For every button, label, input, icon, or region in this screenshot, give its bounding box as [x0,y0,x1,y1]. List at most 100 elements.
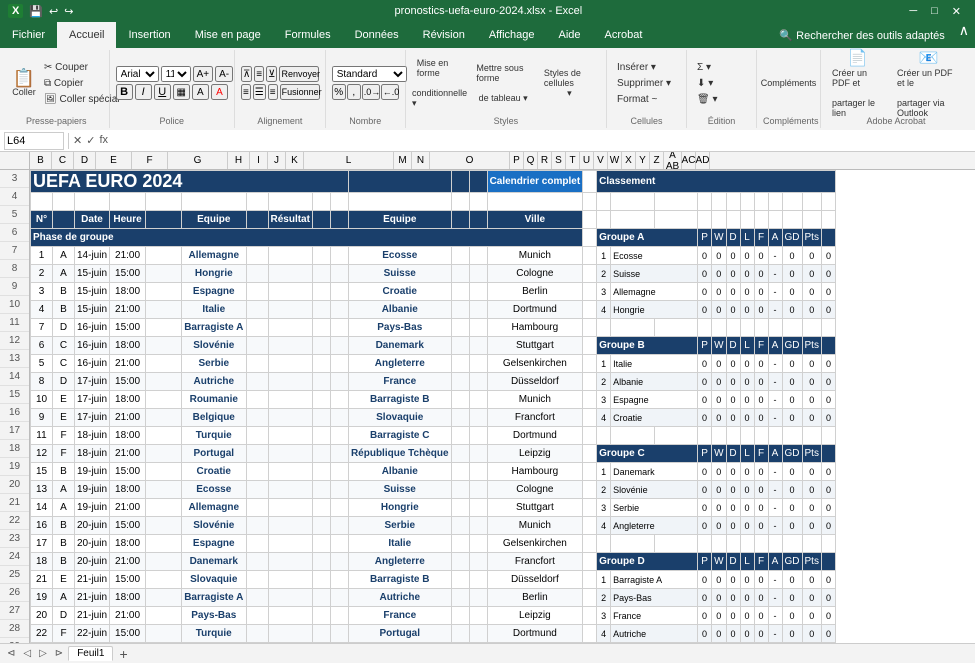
cell[interactable] [268,391,312,409]
cell[interactable]: P [698,229,712,247]
cell[interactable]: Croatie [182,463,246,481]
tab-mise-en-page[interactable]: Mise en page [183,22,273,48]
cell[interactable]: 18:00 [110,589,146,607]
cell[interactable] [451,301,469,319]
cell[interactable] [312,391,330,409]
cell[interactable] [712,319,726,337]
cell[interactable] [782,211,802,229]
cell[interactable]: 0 [782,481,802,499]
cell[interactable] [597,643,611,644]
cell[interactable]: - [768,409,782,427]
cell[interactable]: 0 [754,571,768,589]
cell[interactable] [268,589,312,607]
cell[interactable] [583,481,597,499]
font-size-select[interactable]: 11 [161,66,191,82]
cell[interactable]: Düsseldorf [487,571,583,589]
cell[interactable] [146,481,182,499]
cell[interactable] [754,427,768,445]
cell[interactable] [268,517,312,535]
cell[interactable]: D [726,553,740,571]
cell[interactable] [451,589,469,607]
cell[interactable] [31,193,53,211]
cell[interactable]: Barragiste A [182,319,246,337]
tab-nav-prev[interactable]: ◁ [20,648,34,659]
cell[interactable]: 21:00 [110,607,146,625]
cell[interactable]: Gelsenkirchen [487,535,583,553]
ribbon-minimize-icon[interactable]: ∧ [953,22,975,48]
col-header-f[interactable]: F [132,152,168,169]
cell[interactable] [246,643,268,644]
table-row[interactable]: 16B20-juin15:00SlovénieSerbieMunich4Angl… [31,517,864,535]
cell[interactable] [246,193,268,211]
cell[interactable] [268,319,312,337]
cell[interactable] [583,427,597,445]
cell[interactable]: Danemark [182,553,246,571]
cell[interactable]: 15:00 [110,517,146,535]
cell[interactable]: 0 [726,409,740,427]
cell[interactable] [654,193,698,211]
cell[interactable] [312,193,330,211]
cell[interactable] [802,535,821,553]
cell[interactable] [246,319,268,337]
font-color-button[interactable]: A [211,84,228,100]
cell[interactable]: 17-juin [75,391,110,409]
cell[interactable]: 20 [31,607,53,625]
cell[interactable] [312,445,330,463]
cell[interactable] [312,553,330,571]
cell[interactable]: Roumanie [182,391,246,409]
cell[interactable]: Espagne [611,391,698,409]
cell[interactable] [726,427,740,445]
cell[interactable]: 15:00 [110,265,146,283]
cell[interactable] [611,211,654,229]
font-name-select[interactable]: Arial [116,66,159,82]
insert-function-icon[interactable]: fx [99,134,108,147]
cell[interactable] [712,427,726,445]
cell[interactable]: Pts [802,445,821,463]
cell[interactable]: 0 [754,301,768,319]
col-header-b[interactable]: B [30,152,52,169]
cell[interactable]: 18:00 [110,337,146,355]
cell[interactable]: - [768,517,782,535]
cell[interactable]: E [53,409,75,427]
cell[interactable]: Slovaquie [348,409,451,427]
cell[interactable] [768,319,782,337]
cell[interactable]: B [53,301,75,319]
cell[interactable]: 15:00 [110,625,146,643]
cell[interactable] [802,211,821,229]
cell[interactable]: 0 [782,373,802,391]
cell[interactable] [146,427,182,445]
cell[interactable]: 0 [821,301,835,319]
cell[interactable] [597,535,611,553]
cell[interactable] [754,193,768,211]
cell[interactable]: 0 [754,481,768,499]
cell[interactable]: 0 [821,625,835,643]
cell[interactable]: Pts [802,229,821,247]
cell[interactable]: Groupe C [597,445,698,463]
cell[interactable]: 17-juin [75,409,110,427]
cell[interactable] [451,607,469,625]
cell[interactable] [330,625,348,643]
cell[interactable] [802,643,821,644]
cell[interactable]: 16-juin [75,337,110,355]
cell[interactable]: D [726,445,740,463]
table-row[interactable]: 24F22-juin18:00Barragiste CRépublique Tc… [31,643,864,644]
tab-accueil[interactable]: Accueil [57,22,116,48]
cell[interactable]: Berlin [487,283,583,301]
cell[interactable]: 0 [802,607,821,625]
cell[interactable] [583,517,597,535]
cell[interactable] [583,589,597,607]
cell[interactable]: Stuttgart [487,499,583,517]
cell[interactable] [583,283,597,301]
cell[interactable]: 10 [31,391,53,409]
cell[interactable]: Croatie [611,409,698,427]
decrease-decimal-button[interactable]: ←.0 [381,84,399,100]
cell[interactable] [110,193,146,211]
cell[interactable] [330,463,348,481]
cell[interactable] [583,265,597,283]
cell[interactable] [268,301,312,319]
cell[interactable]: 0 [726,373,740,391]
cell[interactable] [268,247,312,265]
cell[interactable] [821,229,835,247]
cell[interactable]: Pays-Bas [611,589,698,607]
cell[interactable]: E [53,571,75,589]
